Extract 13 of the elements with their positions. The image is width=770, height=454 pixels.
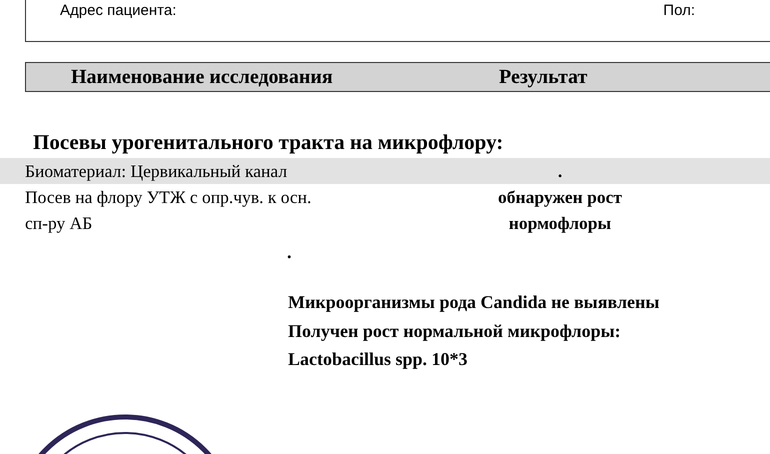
column-header: Результат — [499, 66, 588, 88]
section-title: Посевы урогенитального тракта на микрофлору: — [33, 130, 504, 156]
test-name: Биоматериал: Цервикальный канал — [25, 160, 288, 183]
finding-text: Lactobacillus spp. 10*3 — [288, 348, 469, 371]
sex-label: Пол: — [663, 2, 695, 19]
column-header: Наименование исследования — [71, 66, 334, 88]
test-result: обнаружен рост нормофлоры — [497, 186, 623, 235]
separator-dot: . — [287, 242, 292, 262]
finding-text: Получен рост нормальной микрофлоры: — [288, 320, 622, 343]
address-label: Адрес пациента: — [60, 2, 176, 19]
finding-text: Микроорганизмы рода Candida не выявлены — [288, 291, 660, 314]
test-name: Посев на флору УТЖ с опр.чув. к осн. сп-ру АБ — [25, 186, 312, 235]
test-result: . — [556, 160, 564, 183]
